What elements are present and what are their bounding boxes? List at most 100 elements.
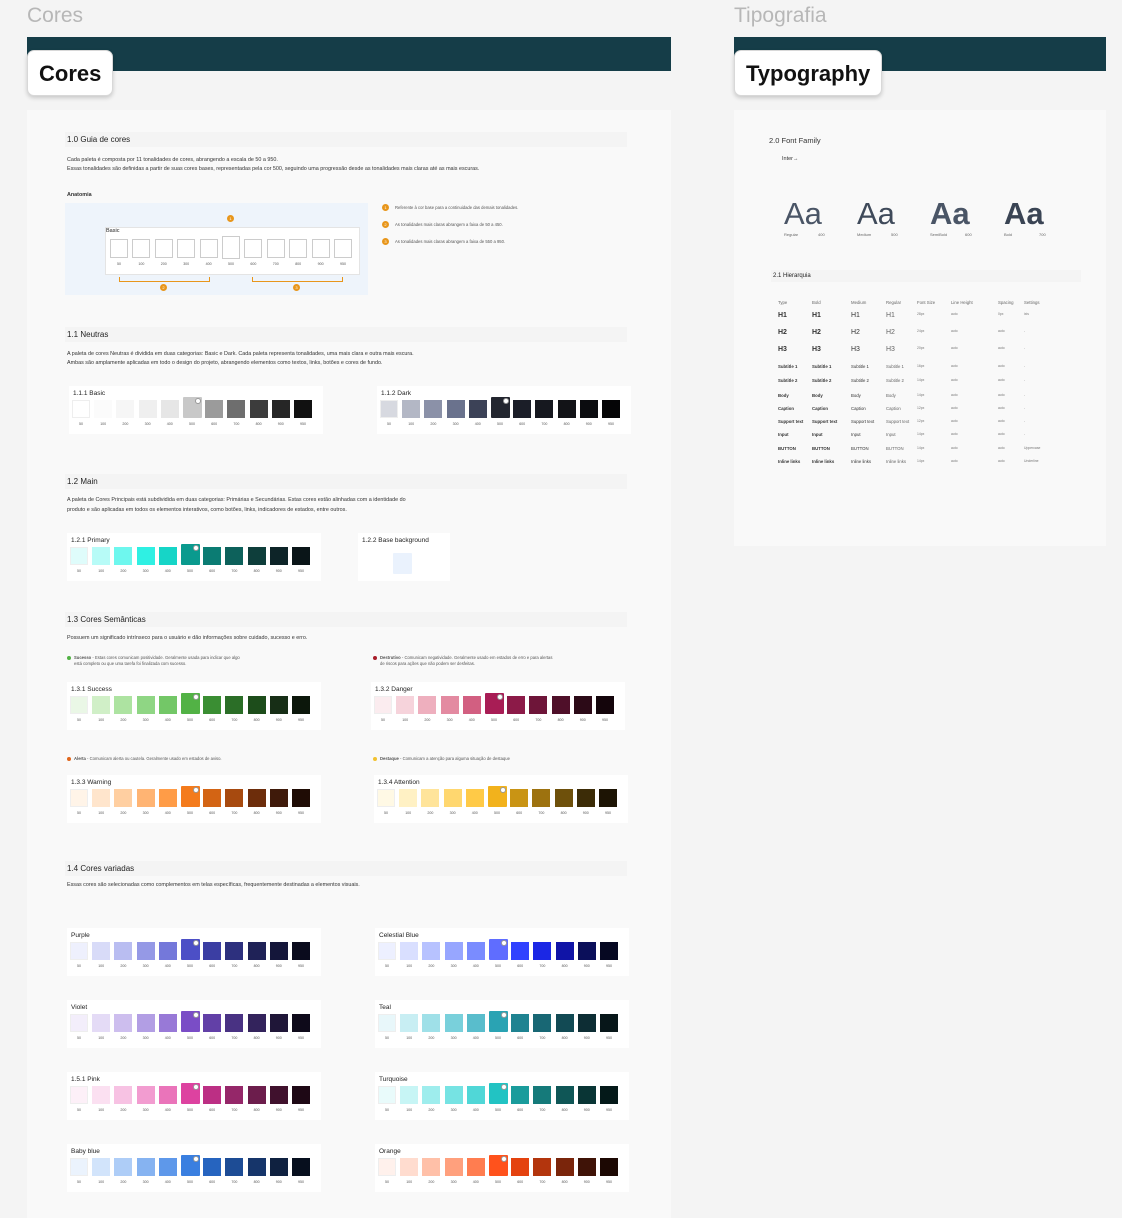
swatch-violet-900[interactable] [269,1014,288,1032]
swatch-turquoise-700[interactable] [533,1086,552,1104]
swatch-success-800[interactable] [247,696,266,714]
swatch-babyblue-700[interactable] [225,1158,244,1176]
swatch-dark-900[interactable] [579,400,598,418]
swatch-orange-200[interactable] [422,1158,441,1176]
swatch-warning-950[interactable] [292,789,310,807]
typography-tag[interactable]: Typography [734,50,883,96]
swatch-purple-100[interactable] [92,942,111,960]
swatch-success-200[interactable] [114,696,133,714]
swatch-danger-400[interactable] [462,696,481,714]
swatch-attention-950[interactable] [599,789,617,807]
swatch-dark-300[interactable] [446,400,465,418]
swatch-turquoise-600[interactable] [511,1086,530,1104]
swatch-danger-950[interactable] [596,696,614,714]
swatch-violet-500[interactable] [181,1011,200,1032]
swatch-babyblue-500[interactable] [181,1155,200,1176]
swatch-celestial-400[interactable] [466,942,485,960]
swatch-danger-200[interactable] [418,696,437,714]
swatch-warning-900[interactable] [269,789,288,807]
swatch-basic-700[interactable] [227,400,246,418]
swatch-attention-300[interactable] [443,789,462,807]
swatch-orange-100[interactable] [400,1158,419,1176]
swatch-warning-200[interactable] [114,789,133,807]
swatch-dark-700[interactable] [535,400,554,418]
swatch-violet-300[interactable] [136,1014,155,1032]
swatch-dark-500[interactable] [491,397,510,418]
swatch-pink-950[interactable] [292,1086,310,1104]
swatch-attention-900[interactable] [576,789,595,807]
swatch-danger-700[interactable] [529,696,548,714]
swatch-primary-500[interactable] [181,544,200,565]
swatch-celestial-50[interactable] [378,942,396,960]
swatch-teal-700[interactable] [533,1014,552,1032]
swatch-purple-600[interactable] [203,942,222,960]
swatch-pink-600[interactable] [203,1086,222,1104]
swatch-babyblue-400[interactable] [158,1158,177,1176]
swatch-turquoise-500[interactable] [489,1083,508,1104]
swatch-dark-100[interactable] [402,400,421,418]
swatch-purple-900[interactable] [269,942,288,960]
swatch-teal-50[interactable] [378,1014,396,1032]
swatch-celestial-300[interactable] [444,942,463,960]
swatch-violet-50[interactable] [70,1014,88,1032]
swatch-pink-300[interactable] [136,1086,155,1104]
swatch-warning-800[interactable] [247,789,266,807]
swatch-attention-200[interactable] [421,789,440,807]
swatch-danger-100[interactable] [396,696,415,714]
swatch-success-50[interactable] [70,696,88,714]
swatch-orange-600[interactable] [511,1158,530,1176]
swatch-warning-400[interactable] [158,789,177,807]
swatch-celestial-200[interactable] [422,942,441,960]
swatch-celestial-800[interactable] [555,942,574,960]
swatch-pink-100[interactable] [92,1086,111,1104]
swatch-base-background[interactable] [393,553,412,574]
swatch-teal-100[interactable] [400,1014,419,1032]
cores-tag[interactable]: Cores [27,50,114,96]
swatch-orange-50[interactable] [378,1158,396,1176]
swatch-teal-900[interactable] [577,1014,596,1032]
swatch-attention-800[interactable] [554,789,573,807]
swatch-primary-100[interactable] [92,547,111,565]
swatch-basic-300[interactable] [138,400,157,418]
swatch-violet-950[interactable] [292,1014,310,1032]
swatch-danger-50[interactable] [374,696,392,714]
swatch-celestial-600[interactable] [511,942,530,960]
swatch-babyblue-600[interactable] [203,1158,222,1176]
swatch-basic-900[interactable] [271,400,290,418]
swatch-pink-800[interactable] [247,1086,266,1104]
swatch-warning-300[interactable] [136,789,155,807]
swatch-dark-800[interactable] [557,400,576,418]
swatch-warning-600[interactable] [203,789,222,807]
swatch-basic-200[interactable] [116,400,135,418]
swatch-basic-800[interactable] [249,400,268,418]
swatch-babyblue-800[interactable] [247,1158,266,1176]
swatch-basic-500[interactable] [183,397,202,418]
swatch-dark-400[interactable] [468,400,487,418]
swatch-basic-400[interactable] [160,400,179,418]
swatch-teal-200[interactable] [422,1014,441,1032]
swatch-purple-500[interactable] [181,939,200,960]
swatch-turquoise-300[interactable] [444,1086,463,1104]
swatch-purple-800[interactable] [247,942,266,960]
swatch-danger-900[interactable] [573,696,592,714]
swatch-danger-800[interactable] [551,696,570,714]
swatch-primary-700[interactable] [225,547,244,565]
swatch-orange-400[interactable] [466,1158,485,1176]
swatch-turquoise-900[interactable] [577,1086,596,1104]
swatch-orange-900[interactable] [577,1158,596,1176]
swatch-primary-900[interactable] [269,547,288,565]
swatch-warning-50[interactable] [70,789,88,807]
swatch-danger-600[interactable] [507,696,526,714]
swatch-babyblue-50[interactable] [70,1158,88,1176]
swatch-celestial-100[interactable] [400,942,419,960]
swatch-success-700[interactable] [225,696,244,714]
swatch-violet-400[interactable] [158,1014,177,1032]
swatch-pink-50[interactable] [70,1086,88,1104]
swatch-success-400[interactable] [158,696,177,714]
swatch-celestial-900[interactable] [577,942,596,960]
swatch-turquoise-950[interactable] [600,1086,618,1104]
swatch-warning-700[interactable] [225,789,244,807]
swatch-babyblue-100[interactable] [92,1158,111,1176]
swatch-violet-800[interactable] [247,1014,266,1032]
swatch-violet-700[interactable] [225,1014,244,1032]
